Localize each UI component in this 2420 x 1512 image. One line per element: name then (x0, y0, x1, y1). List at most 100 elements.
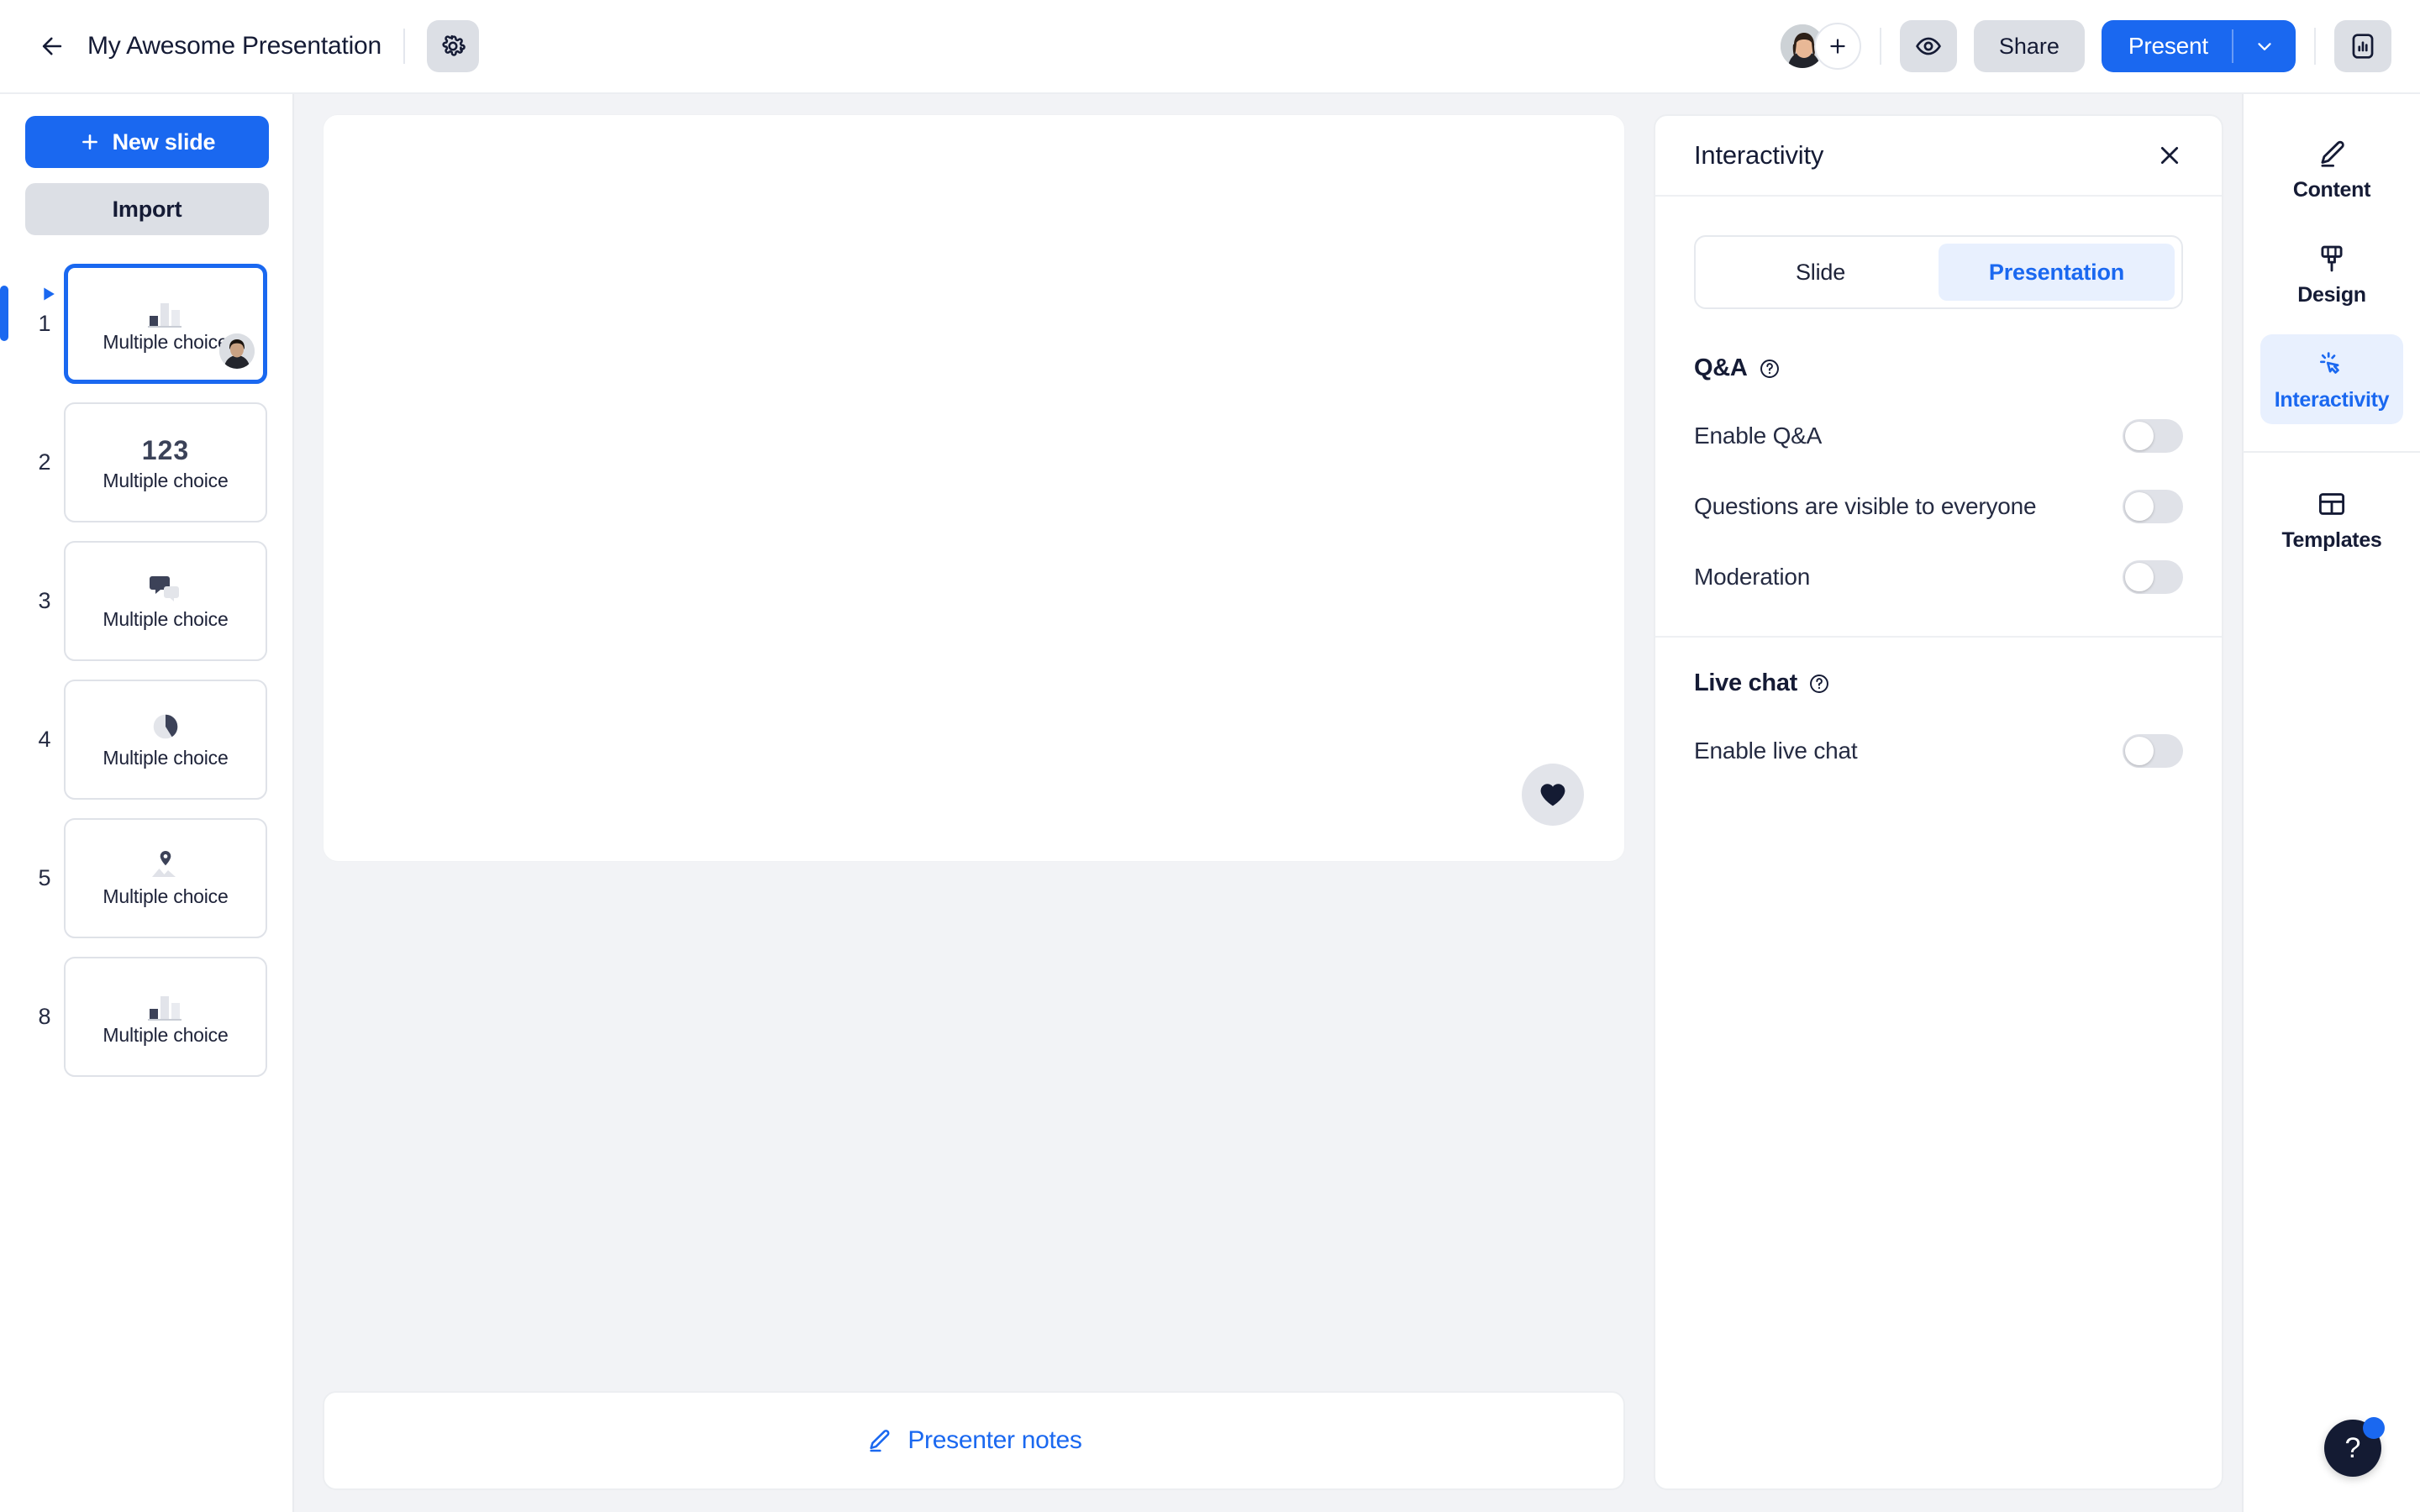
option-enable-qa: Enable Q&A (1694, 419, 2183, 453)
slide-number-label: 8 (38, 1004, 51, 1029)
presenter-notes-button[interactable]: Presenter notes (323, 1391, 1625, 1490)
slide-number-label: 2 (38, 449, 51, 475)
back-button[interactable] (29, 23, 76, 70)
question-circle-icon[interactable] (1808, 673, 1830, 695)
reaction-button[interactable] (1522, 764, 1584, 826)
page-title: My Awesome Presentation (87, 32, 382, 60)
qa-section: Slide Presentation Q&A Enable Q&A Questi… (1655, 197, 2222, 636)
scope-segmented-control: Slide Presentation (1694, 235, 2183, 309)
live-chat-section: Live chat Enable live chat (1655, 638, 2222, 810)
slide-list-item[interactable]: 1 Multiple choice (0, 264, 267, 384)
new-slide-label: New slide (112, 129, 216, 155)
play-triangle-icon (44, 287, 55, 301)
option-label: Questions are visible to everyone (1694, 493, 2037, 519)
rail-item-design[interactable]: Design (2260, 229, 2403, 319)
paint-brush-icon (2321, 245, 2343, 272)
rail-item-label: Templates (2281, 528, 2382, 552)
toggle-knob (2125, 492, 2154, 521)
header-right-group: Share Present (1778, 20, 2391, 72)
pencil-icon (870, 1430, 890, 1452)
slide-canvas[interactable] (323, 114, 1625, 862)
toggle-knob (2125, 422, 2154, 450)
qa-section-header: Q&A (1694, 354, 2183, 382)
add-collaborator-button[interactable] (1813, 23, 1861, 70)
slide-list-item[interactable]: 8 Multiple choice (25, 957, 267, 1077)
bar-chart-glyph (148, 303, 182, 328)
slide-list-item[interactable]: 2 123 Multiple choice (25, 402, 267, 522)
header-left-group: My Awesome Presentation (29, 20, 480, 72)
slide-number: 2 (25, 449, 64, 475)
slide-thumbnail-3[interactable]: Multiple choice (64, 541, 267, 661)
app-body: New slide Import 1 Multiple choice 2 123… (0, 94, 2420, 1512)
toggle-enable-live-chat[interactable] (2123, 734, 2183, 768)
interactivity-cursor-icon (2319, 352, 2339, 374)
toggle-questions-visible[interactable] (2123, 490, 2183, 523)
header-divider (403, 29, 406, 64)
bar-chart-icon (143, 987, 188, 1021)
present-button[interactable]: Present (2101, 20, 2296, 72)
present-button-label: Present (2128, 33, 2208, 59)
toggle-knob (2125, 737, 2154, 765)
map-pin-image-icon (146, 848, 185, 882)
slide-thumbnail-1[interactable]: Multiple choice (64, 264, 267, 384)
chevron-down-icon (2258, 43, 2271, 50)
new-slide-button[interactable]: New slide (25, 116, 269, 168)
plus-icon (82, 134, 97, 150)
settings-button[interactable] (427, 20, 480, 72)
toggle-moderation[interactable] (2123, 560, 2183, 594)
bar-chart-icon (143, 294, 188, 328)
play-caret-icon (41, 282, 58, 308)
tab-presentation[interactable]: Presentation (1939, 244, 2175, 301)
slide-list-item[interactable]: 5 Multiple choice (25, 818, 267, 938)
help-button[interactable]: ? (2324, 1417, 2385, 1477)
header-separator-2 (2314, 28, 2316, 65)
live-chat-section-title: Live chat (1694, 669, 1798, 696)
presenter-notes-label: Presenter notes (908, 1426, 1082, 1454)
close-icon (2160, 146, 2179, 165)
toggle-enable-qa[interactable] (2123, 419, 2183, 453)
eye-icon (1916, 37, 1941, 55)
import-button[interactable]: Import (25, 183, 269, 235)
avatar-photo-icon (219, 333, 255, 369)
analytics-button[interactable] (2334, 20, 2391, 72)
slide-thumbnail-2[interactable]: 123 Multiple choice (64, 402, 267, 522)
slide-thumbnail-5[interactable]: Multiple choice (64, 818, 267, 938)
question-circle-icon[interactable] (1759, 358, 1781, 380)
plus-icon (1830, 39, 1845, 54)
slide-thumbnail-8[interactable]: Multiple choice (64, 957, 267, 1077)
pie-chart-icon (148, 710, 183, 743)
present-dropdown-button[interactable] (2233, 35, 2296, 57)
preview-button[interactable] (1899, 20, 1957, 72)
option-questions-visible: Questions are visible to everyone (1694, 490, 2183, 523)
slide-type-label: Multiple choice (103, 608, 229, 630)
rail-item-label: Design (2297, 283, 2366, 307)
header-separator (1879, 28, 1881, 65)
rail-divider (2243, 451, 2420, 453)
tab-slide[interactable]: Slide (1702, 244, 1939, 301)
slide-thumbnail-4[interactable]: Multiple choice (64, 680, 267, 800)
tab-presentation-label: Presentation (1988, 259, 2125, 285)
arrow-left-icon (42, 37, 62, 55)
slide-list-item[interactable]: 3 Multiple choice (25, 541, 267, 661)
slide-type-label: Multiple choice (103, 470, 229, 491)
numbers-123-text: 123 (141, 435, 190, 465)
close-panel-button[interactable] (2156, 142, 2183, 169)
share-button-label: Share (1998, 33, 2060, 59)
numbers-123-icon: 123 (142, 433, 189, 466)
slide-number: 3 (25, 588, 64, 614)
app-root: My Awesome Presentation Share Present Ne… (0, 0, 2420, 1512)
slide-number: 1 (25, 287, 64, 337)
slide-number-label: 1 (38, 311, 51, 336)
rail-item-content[interactable]: Content (2260, 124, 2403, 214)
slide-list-item[interactable]: 4 Multiple choice (25, 680, 267, 800)
slide-thumbnail-list: 1 Multiple choice 2 123 Multiple choice … (0, 264, 267, 1077)
rail-item-templates[interactable]: Templates (2260, 475, 2403, 564)
share-button[interactable]: Share (1973, 20, 2085, 72)
slide-type-label: Multiple choice (103, 1024, 229, 1046)
chat-bubbles-glyph (150, 576, 179, 601)
pencil-icon (2321, 140, 2344, 167)
qa-section-title: Q&A (1694, 354, 1748, 381)
slide-number-label: 3 (38, 588, 51, 613)
app-header: My Awesome Presentation Share Present (0, 0, 2420, 94)
rail-item-interactivity[interactable]: Interactivity (2260, 334, 2403, 424)
